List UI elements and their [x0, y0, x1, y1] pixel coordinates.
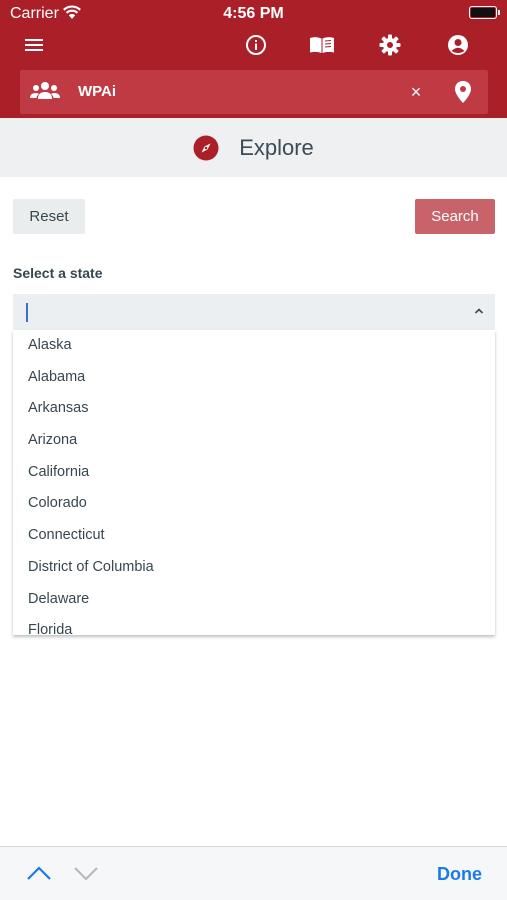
explore-header: Explore: [0, 118, 507, 177]
state-option[interactable]: Colorado: [13, 488, 495, 520]
search-query[interactable]: WPAi: [78, 83, 116, 100]
search-button[interactable]: Search: [415, 199, 495, 234]
search-bar[interactable]: WPAi ×: [20, 70, 488, 114]
reset-button[interactable]: Reset: [13, 199, 85, 234]
clear-icon[interactable]: ×: [405, 81, 427, 103]
menu-icon[interactable]: [21, 32, 47, 58]
state-option[interactable]: Connecticut: [13, 520, 495, 552]
previous-field-chevron-up-icon[interactable]: [26, 864, 52, 882]
state-option[interactable]: Delaware: [13, 584, 495, 616]
battery-icon: [469, 6, 500, 19]
keyboard-accessory-bar: Done: [0, 846, 507, 900]
chevron-up-icon[interactable]: [473, 305, 485, 317]
state-option[interactable]: Arkansas: [13, 393, 495, 425]
state-dropdown-list[interactable]: Alaska Alabama Arkansas Arizona Californ…: [13, 330, 495, 635]
state-select-input[interactable]: [13, 294, 495, 330]
state-option[interactable]: Arizona: [13, 425, 495, 457]
state-select-label: Select a state: [13, 265, 103, 281]
state-option[interactable]: Alabama: [13, 362, 495, 394]
page-title: Explore: [239, 134, 314, 160]
book-icon[interactable]: [309, 32, 335, 58]
state-option[interactable]: Alaska: [13, 330, 495, 362]
compass-icon: [193, 135, 219, 160]
status-time: 4:56 PM: [223, 5, 284, 22]
next-field-chevron-down-icon[interactable]: [73, 864, 99, 882]
group-icon: [30, 82, 60, 99]
app-header: Carrier 4:56 PM WPAi ×: [0, 0, 507, 118]
done-button[interactable]: Done: [437, 864, 482, 885]
location-pin-icon[interactable]: [452, 80, 474, 104]
gear-icon[interactable]: [377, 32, 403, 58]
state-option[interactable]: California: [13, 457, 495, 489]
account-icon[interactable]: [445, 32, 471, 58]
state-option[interactable]: District of Columbia: [13, 552, 495, 584]
info-icon[interactable]: [243, 32, 269, 58]
text-cursor: [26, 303, 28, 322]
status-bar: Carrier 4:56 PM: [0, 0, 507, 28]
state-option[interactable]: Florida: [13, 615, 495, 635]
